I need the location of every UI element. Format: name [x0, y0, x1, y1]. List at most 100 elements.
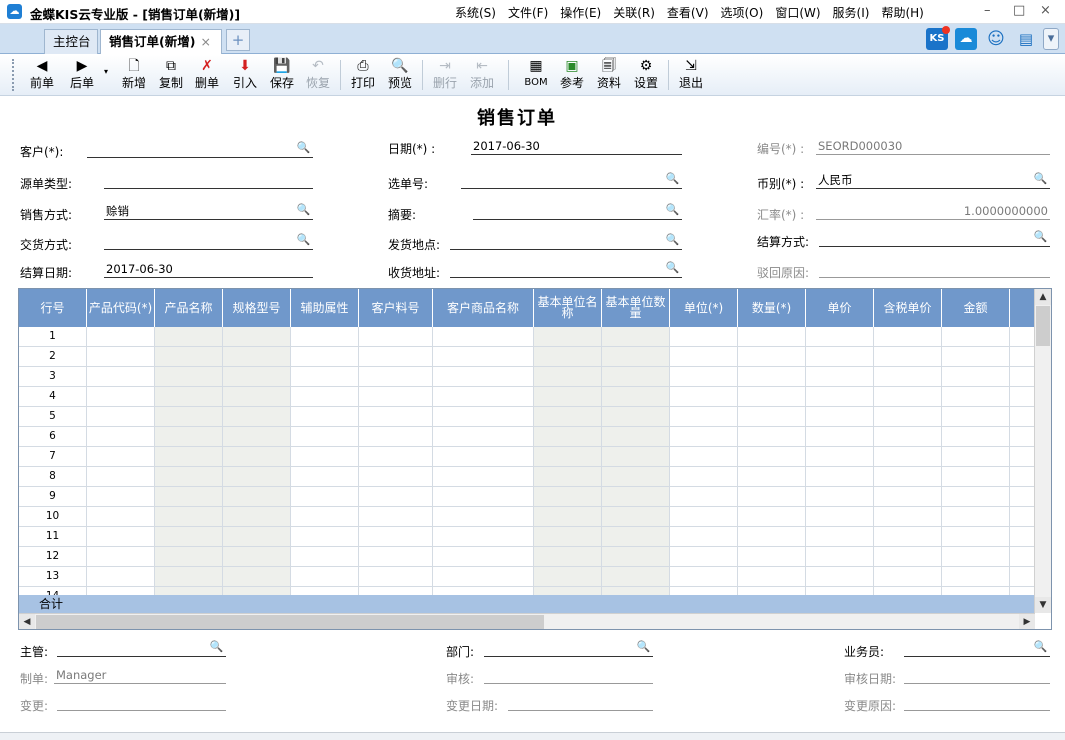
- grid-cell[interactable]: [874, 427, 942, 447]
- grid-cell[interactable]: [874, 487, 942, 507]
- table-row[interactable]: 1: [19, 327, 1051, 347]
- grid-cell[interactable]: [806, 527, 874, 547]
- receive-addr-field[interactable]: 🔍: [450, 261, 682, 278]
- data-button[interactable]: 🗐 资料: [595, 57, 623, 90]
- grid-cell[interactable]: [806, 427, 874, 447]
- grid-cell[interactable]: [942, 527, 1010, 547]
- grid-cell[interactable]: [534, 387, 602, 407]
- settle-date-field[interactable]: 2017-06-30: [104, 261, 313, 278]
- grid-cell[interactable]: [942, 547, 1010, 567]
- grid-cell[interactable]: [534, 347, 602, 367]
- grid-cell[interactable]: [738, 427, 806, 447]
- cloud-icon[interactable]: ☁: [955, 28, 977, 50]
- table-row[interactable]: 9: [19, 487, 1051, 507]
- grid-cell[interactable]: [155, 407, 223, 427]
- grid-cell[interactable]: [874, 447, 942, 467]
- add-row-button[interactable]: ⇤ 添加: [468, 57, 496, 90]
- table-row[interactable]: 6: [19, 427, 1051, 447]
- grid-cell[interactable]: [602, 367, 670, 387]
- lookup-icon[interactable]: 🔍: [209, 640, 224, 654]
- grid-cell[interactable]: [433, 407, 534, 427]
- column-header[interactable]: 客户商品名称: [433, 289, 534, 327]
- lookup-icon[interactable]: 🔍: [636, 640, 651, 654]
- grid-cell[interactable]: [602, 487, 670, 507]
- grid-cell[interactable]: [670, 467, 738, 487]
- grid-cell[interactable]: [223, 547, 291, 567]
- grid-cell[interactable]: [223, 567, 291, 587]
- grid-cell[interactable]: [534, 407, 602, 427]
- menu-file[interactable]: 文件(F): [508, 4, 548, 21]
- grid-cell[interactable]: [738, 487, 806, 507]
- lookup-icon[interactable]: 🔍: [1033, 230, 1048, 244]
- grid-cell[interactable]: [433, 367, 534, 387]
- column-header[interactable]: 数量(*): [738, 289, 806, 327]
- grid-cell[interactable]: [602, 547, 670, 567]
- grid-cell[interactable]: [359, 467, 433, 487]
- lookup-icon[interactable]: 🔍: [665, 203, 680, 217]
- grid-cell[interactable]: [359, 407, 433, 427]
- column-header[interactable]: 单位(*): [670, 289, 738, 327]
- scroll-left-icon[interactable]: ◀: [19, 614, 35, 629]
- grid-cell[interactable]: [359, 507, 433, 527]
- grid-cell[interactable]: [534, 507, 602, 527]
- grid-cell[interactable]: [433, 467, 534, 487]
- chevron-down-icon[interactable]: ▾: [1043, 28, 1059, 50]
- minimize-icon[interactable]: –: [984, 3, 991, 18]
- grid-cell[interactable]: [359, 547, 433, 567]
- grid-cell[interactable]: [155, 567, 223, 587]
- menu-view[interactable]: 查看(V): [667, 4, 709, 21]
- tab-close-icon[interactable]: ×: [200, 34, 210, 49]
- scroll-right-icon[interactable]: ▶: [1019, 614, 1035, 629]
- grid-cell[interactable]: [602, 407, 670, 427]
- grid-cell[interactable]: [874, 467, 942, 487]
- grid-cell[interactable]: [942, 447, 1010, 467]
- grid-cell[interactable]: [602, 427, 670, 447]
- grid-cell[interactable]: [670, 487, 738, 507]
- grid-cell[interactable]: [291, 487, 359, 507]
- grid-cell[interactable]: [670, 547, 738, 567]
- grid-cell[interactable]: [534, 327, 602, 347]
- add-tab-icon[interactable]: +: [226, 29, 250, 51]
- grid-cell[interactable]: [874, 527, 942, 547]
- grid-cell[interactable]: [942, 467, 1010, 487]
- lookup-icon[interactable]: 🔍: [1033, 172, 1048, 186]
- grid-cell[interactable]: [602, 567, 670, 587]
- grid-cell[interactable]: [359, 487, 433, 507]
- grid-cell[interactable]: [87, 467, 155, 487]
- grid-cell[interactable]: [670, 367, 738, 387]
- grid-cell[interactable]: [223, 447, 291, 467]
- grid-cell[interactable]: [942, 367, 1010, 387]
- grid-cell[interactable]: [155, 547, 223, 567]
- grid-cell[interactable]: [155, 467, 223, 487]
- grid-cell[interactable]: [433, 327, 534, 347]
- grid-cell[interactable]: [433, 527, 534, 547]
- grid-cell[interactable]: [942, 487, 1010, 507]
- lookup-icon[interactable]: 🔍: [296, 203, 311, 217]
- tab-console[interactable]: 主控台: [44, 29, 98, 54]
- maximize-icon[interactable]: □: [1013, 3, 1025, 18]
- table-row[interactable]: 10: [19, 507, 1051, 527]
- currency-field[interactable]: 人民币 🔍: [816, 172, 1050, 189]
- select-no-field[interactable]: 🔍: [461, 172, 682, 189]
- grid-cell[interactable]: [670, 427, 738, 447]
- grid-cell[interactable]: [670, 347, 738, 367]
- grid-cell[interactable]: [223, 367, 291, 387]
- smile-icon[interactable]: ☺: [985, 28, 1007, 50]
- grid-cell[interactable]: [433, 567, 534, 587]
- grid-cell[interactable]: [874, 367, 942, 387]
- column-header[interactable]: 行号: [19, 289, 87, 327]
- settings-button[interactable]: ⚙ 设置: [632, 57, 660, 90]
- grid-cell[interactable]: [87, 387, 155, 407]
- grid-cell[interactable]: [806, 447, 874, 467]
- grid-cell[interactable]: [87, 547, 155, 567]
- grid-cell[interactable]: [155, 447, 223, 467]
- grid-cell[interactable]: [602, 327, 670, 347]
- lookup-icon[interactable]: 🔍: [296, 141, 311, 155]
- grid-cell[interactable]: [534, 487, 602, 507]
- grid-cell[interactable]: [223, 467, 291, 487]
- grid-cell[interactable]: [874, 327, 942, 347]
- grid-cell[interactable]: [291, 407, 359, 427]
- grid-cell[interactable]: [433, 487, 534, 507]
- grid-cell[interactable]: [291, 567, 359, 587]
- grid-cell[interactable]: [806, 367, 874, 387]
